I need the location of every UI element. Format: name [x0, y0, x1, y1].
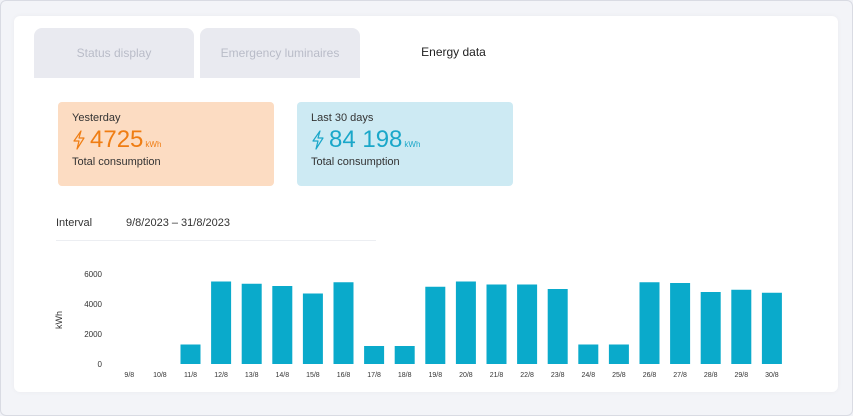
interval-value[interactable]: 9/8/2023 – 31/8/2023	[126, 217, 230, 229]
bar-21-8[interactable]	[486, 284, 507, 365]
card-title: Last 30 days	[311, 112, 374, 124]
bar-18-8[interactable]	[394, 346, 415, 364]
card-value: 4725 kWh	[72, 126, 260, 154]
bar-20-8[interactable]	[455, 281, 476, 365]
tab-energy-data[interactable]: Energy data	[366, 26, 541, 78]
tab-emergency-luminaires[interactable]: Emergency luminaires	[200, 28, 360, 78]
bar-23-8[interactable]	[547, 289, 568, 364]
x-tick-label: 17/8	[367, 372, 381, 378]
bar-29-8[interactable]	[731, 289, 752, 364]
bar-12-8[interactable]	[211, 281, 232, 365]
bar-13-8[interactable]	[241, 283, 262, 364]
tab-status-display[interactable]: Status display	[34, 28, 194, 78]
bar-24-8[interactable]	[578, 344, 599, 365]
x-tick-label: 22/8	[520, 372, 534, 378]
x-tick-label: 20/8	[459, 372, 473, 378]
x-tick-label: 9/8	[124, 372, 134, 378]
y-tick-label: 4000	[84, 300, 102, 309]
bar-16-8[interactable]	[333, 282, 354, 364]
energy-data-content: Yesterday 4725 kWh Total consumption Las…	[34, 78, 814, 384]
x-tick-label: 13/8	[245, 372, 259, 378]
y-axis-label: kWh	[54, 311, 64, 329]
interval-label: Interval	[56, 217, 93, 229]
last-30-days-card: Last 30 days 84 198 kWh Total consumptio…	[297, 102, 513, 186]
card-subtitle: Total consumption	[72, 156, 161, 168]
x-tick-label: 24/8	[581, 372, 595, 378]
x-tick-label: 11/8	[184, 372, 197, 378]
bar-11-8[interactable]	[180, 344, 201, 365]
x-tick-label: 16/8	[337, 372, 351, 378]
x-tick-label: 12/8	[214, 372, 228, 378]
interval-selector[interactable]: Interval 9/8/2023 – 31/8/2023	[56, 206, 376, 241]
card-value: 84 198 kWh	[311, 126, 499, 154]
x-tick-label: 30/8	[765, 372, 779, 378]
x-tick-label: 28/8	[704, 372, 718, 378]
yesterday-value: 4725	[90, 126, 144, 153]
bar-27-8[interactable]	[670, 283, 691, 364]
bar-15-8[interactable]	[302, 293, 323, 365]
y-tick-label: 0	[98, 360, 103, 369]
x-tick-label: 21/8	[490, 372, 504, 378]
card-subtitle: Total consumption	[311, 156, 400, 168]
lightning-icon	[73, 130, 85, 150]
x-tick-label: 14/8	[275, 372, 289, 378]
card-title: Yesterday	[72, 112, 121, 124]
bar-14-8[interactable]	[272, 286, 293, 364]
last-30-days-unit: kWh	[404, 140, 421, 149]
last-30-days-value: 84 198	[329, 126, 403, 153]
x-tick-label: 18/8	[398, 372, 412, 378]
x-tick-label: 25/8	[612, 372, 626, 378]
x-tick-label: 26/8	[643, 372, 657, 378]
yesterday-unit: kWh	[145, 140, 162, 149]
bar-17-8[interactable]	[364, 346, 385, 364]
bar-30-8[interactable]	[761, 292, 782, 364]
yesterday-card: Yesterday 4725 kWh Total consumption	[58, 102, 274, 186]
x-tick-label: 10/8	[153, 372, 167, 378]
x-tick-label: 23/8	[551, 372, 565, 378]
bar-19-8[interactable]	[425, 286, 446, 364]
x-tick-label: 29/8	[734, 372, 748, 378]
y-tick-label: 2000	[84, 330, 102, 339]
bar-28-8[interactable]	[700, 292, 721, 364]
lightning-icon	[312, 130, 324, 150]
bar-26-8[interactable]	[639, 282, 660, 364]
energy-bar-chart: kWh 0 2000 4000 6000 9/8 10/8 11/8 12/8 13/8 14/8 1…	[54, 270, 782, 378]
x-tick-label: 15/8	[306, 372, 320, 378]
y-tick-label: 6000	[84, 270, 102, 279]
bar-22-8[interactable]	[517, 284, 538, 365]
x-tick-label: 27/8	[673, 372, 687, 378]
x-tick-label: 19/8	[428, 372, 442, 378]
bar-25-8[interactable]	[608, 344, 629, 365]
